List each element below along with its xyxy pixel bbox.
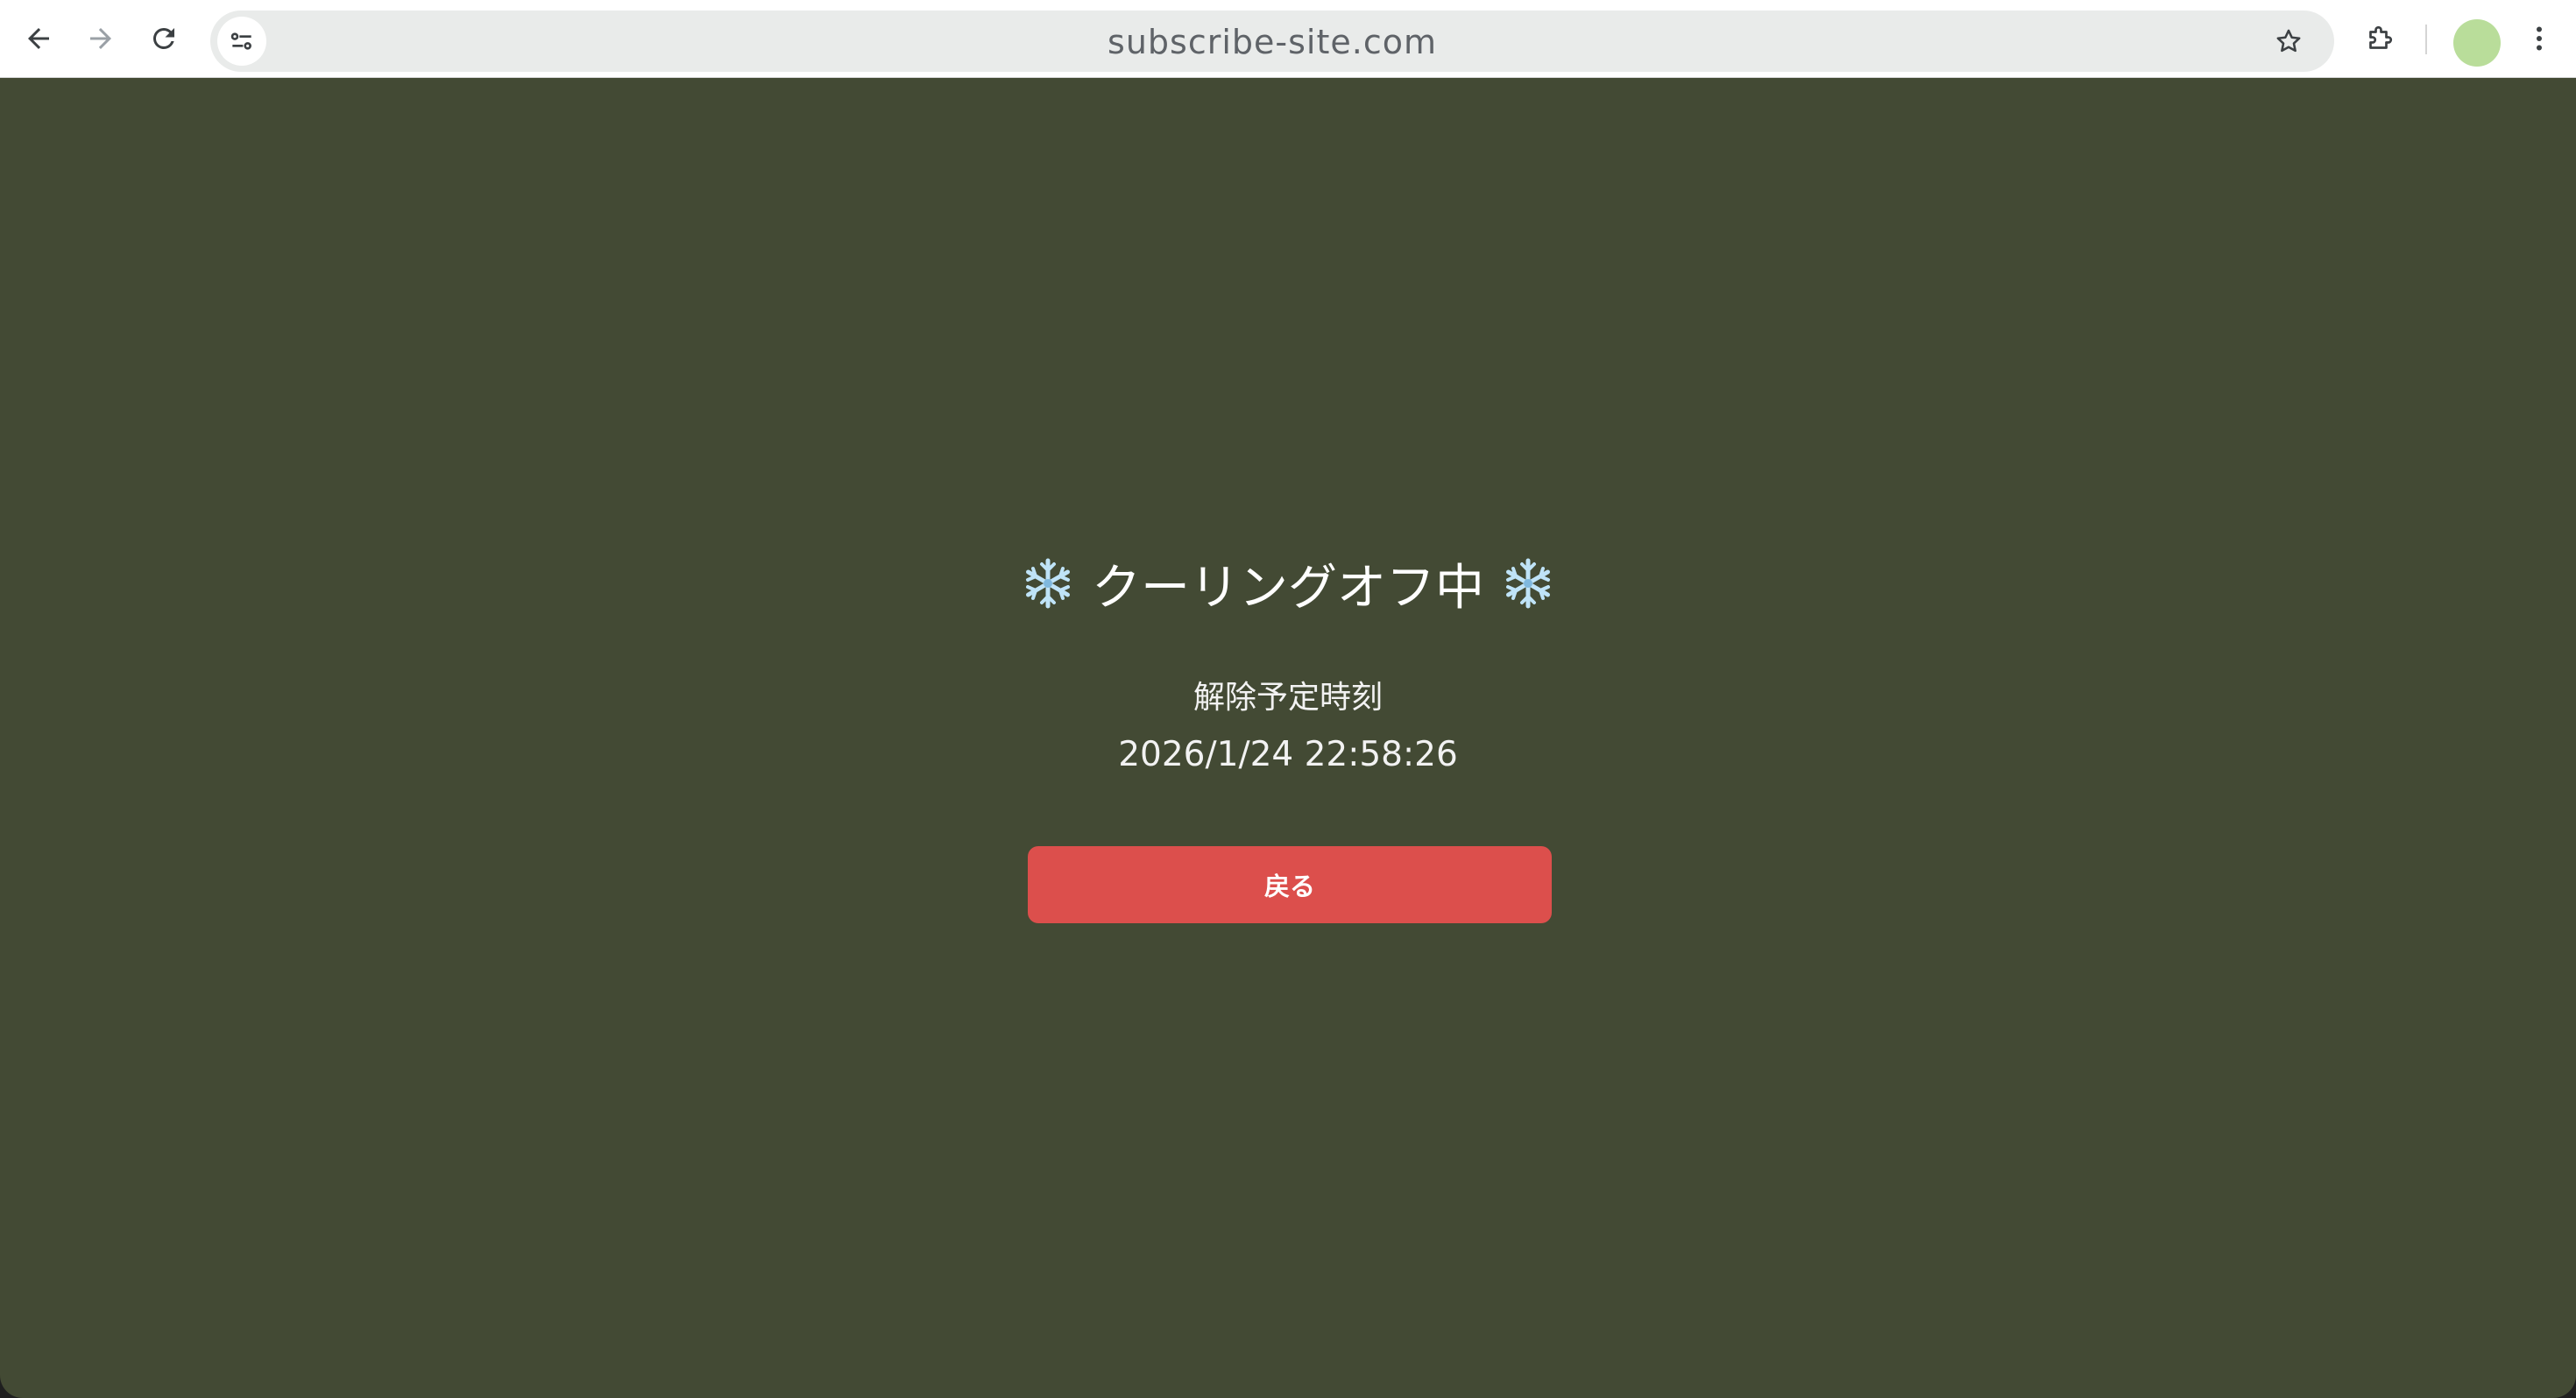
- profile-avatar[interactable]: [2453, 19, 2501, 67]
- menu-button[interactable]: [2515, 14, 2564, 63]
- release-time-value: 2026/1/24 22:58:26: [1118, 735, 1458, 774]
- snowflake-icon: [1026, 558, 1070, 609]
- release-time-label: 解除予定時刻: [1192, 680, 1383, 716]
- bookmark-button[interactable]: [2264, 17, 2313, 66]
- kebab-menu-icon: [2537, 26, 2542, 51]
- toolbar-divider: [2425, 25, 2427, 54]
- forward-button[interactable]: [76, 14, 125, 63]
- page-title: クーリングオフ中: [0, 544, 2576, 623]
- browser-toolbar: subscribe-site.com: [0, 0, 2576, 78]
- browser-window: subscribe-site.com クーリングオフ中 解除予定時刻 2026/…: [0, 0, 2576, 1398]
- url-text[interactable]: subscribe-site.com: [210, 11, 2334, 72]
- snowflake-icon: [1506, 558, 1550, 609]
- arrow-left-icon: [28, 28, 49, 49]
- page-content: クーリングオフ中 解除予定時刻 2026/1/24 22:58:26 戻る: [0, 78, 2576, 1398]
- puzzle-icon: [2369, 25, 2393, 49]
- back-button[interactable]: [14, 14, 63, 63]
- address-bar[interactable]: subscribe-site.com: [210, 11, 2334, 72]
- arrow-right-icon: [90, 28, 111, 49]
- cooling-off-heading: クーリングオフ中: [1092, 559, 1484, 617]
- reload-button[interactable]: [139, 14, 188, 63]
- reload-icon: [152, 27, 174, 49]
- back-link-button[interactable]: 戻る: [1028, 846, 1552, 923]
- extensions-button[interactable]: [2355, 14, 2404, 63]
- star-icon: [2276, 29, 2301, 53]
